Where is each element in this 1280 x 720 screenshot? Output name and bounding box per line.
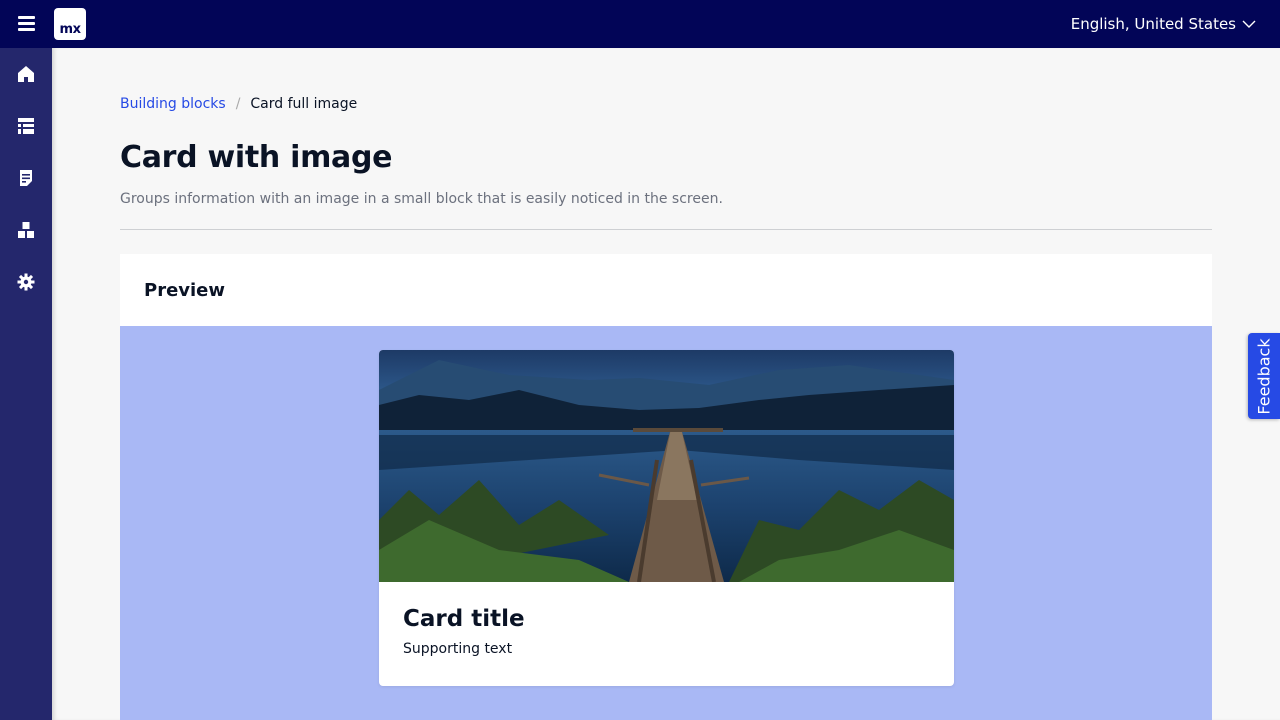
preview-heading: Preview — [144, 279, 226, 301]
sidebar-item-pages[interactable] — [0, 152, 52, 204]
blocks-icon — [18, 222, 34, 238]
language-label: English, United States — [1070, 15, 1236, 33]
home-icon — [18, 66, 34, 82]
breadcrumb: Building blocks / Card full image — [120, 96, 357, 112]
card-title: Card title — [403, 606, 525, 632]
sidebar-item-home[interactable] — [0, 48, 52, 100]
breadcrumb-current: Card full image — [250, 96, 358, 112]
sidebar-item-building-blocks[interactable] — [0, 204, 52, 256]
gear-icon — [17, 273, 35, 291]
language-selector[interactable]: English, United States — [1071, 0, 1256, 48]
card-supporting-text: Supporting text — [403, 641, 513, 657]
feedback-button[interactable]: Feedback — [1248, 333, 1280, 419]
sidebar-item-settings[interactable] — [0, 256, 52, 308]
card-image — [379, 350, 954, 582]
top-bar: mx English, United States — [0, 0, 1280, 48]
preview-header: Preview — [120, 254, 1212, 326]
page-description: Groups information with an image in a sm… — [120, 191, 723, 207]
app-logo[interactable]: mx — [54, 8, 86, 40]
breadcrumb-link-building-blocks[interactable]: Building blocks — [120, 96, 226, 112]
preview-area: Card title Supporting text — [120, 326, 1212, 720]
page-title: Card with image — [120, 140, 393, 175]
chevron-down-icon — [1242, 20, 1256, 28]
divider — [120, 229, 1212, 230]
document-icon — [20, 170, 32, 186]
feedback-label: Feedback — [1254, 337, 1274, 415]
table-icon — [18, 118, 34, 134]
breadcrumb-separator: / — [235, 96, 241, 112]
main-content: Building blocks / Card full image Card w… — [52, 48, 1280, 720]
hamburger-icon[interactable] — [18, 16, 35, 32]
card: Card title Supporting text — [379, 350, 954, 686]
sidebar — [0, 48, 52, 720]
sidebar-item-data[interactable] — [0, 100, 52, 152]
